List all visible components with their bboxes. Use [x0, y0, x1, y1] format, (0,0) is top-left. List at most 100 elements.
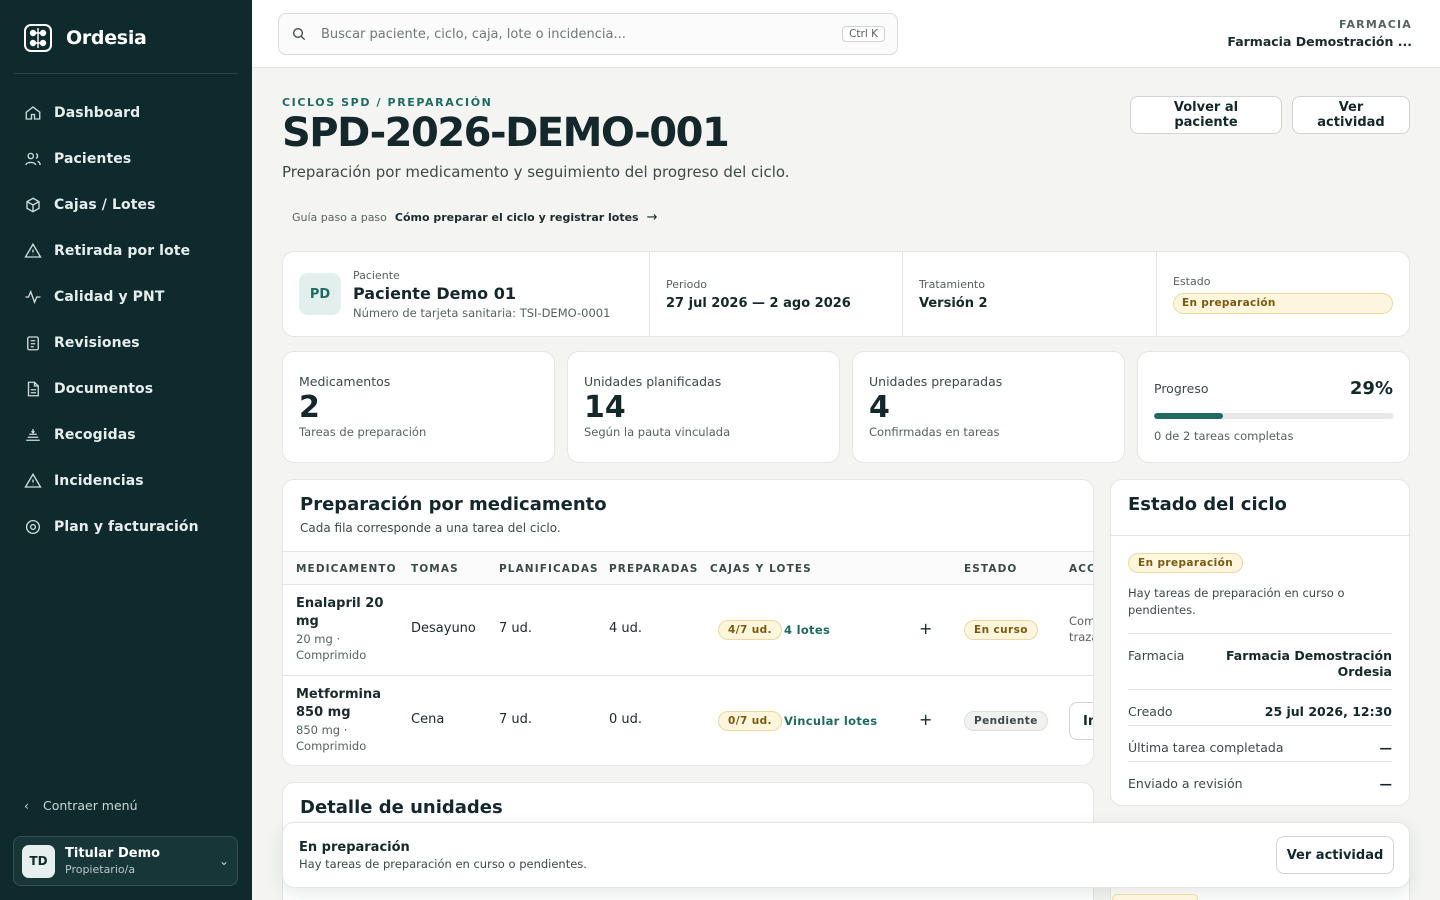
- treatment-label: Tratamiento: [919, 277, 985, 291]
- view-activity-button[interactable]: Ver actividad: [1292, 96, 1410, 134]
- column-header: CAJAS Y LOTES: [710, 563, 812, 575]
- status-label: Estado: [1173, 274, 1211, 288]
- patient-health-card: Número de tarjeta sanitaria: TSI-DEMO-00…: [353, 305, 611, 320]
- sidebar-nav: Dashboard Pacientes Cajas / Lotes Retira…: [14, 90, 238, 550]
- period-label: Periodo: [666, 277, 708, 291]
- lots-link[interactable]: 4 lotes: [784, 623, 830, 637]
- progress-percent: 29%: [1349, 378, 1393, 399]
- prepared-cell: 4 ud.: [609, 621, 643, 636]
- detail-value: —: [1379, 776, 1393, 791]
- detail-value: Farmacia Demostración Ordesia: [1225, 648, 1392, 679]
- sidebar-item-retirada-por-lote[interactable]: Retirada por lote: [14, 228, 238, 274]
- column-header: PLANIFICADAS: [499, 563, 599, 575]
- sidebar-item-label: Pacientes: [54, 151, 132, 167]
- patient-label: Paciente: [353, 268, 400, 282]
- stat-sub: Según la pauta vinculada: [584, 425, 731, 439]
- detail-key: Creado: [1128, 704, 1173, 719]
- stat-sub: Confirmadas en tareas: [869, 425, 1000, 439]
- collapse-menu-label: Contraer menú: [43, 798, 138, 813]
- sidebar-item-documentos[interactable]: Documentos: [14, 366, 238, 412]
- start-task-button[interactable]: Iniciar: [1069, 702, 1093, 740]
- collapse-menu-button[interactable]: ‹ Contraer menú: [24, 798, 138, 813]
- stat-unidades-planificadas: Unidades planificadas 14 Según la pauta …: [567, 351, 840, 463]
- toma-cell: Desayuno: [411, 621, 476, 636]
- sidebar-item-revisiones[interactable]: Revisiones: [14, 320, 238, 366]
- complete-traceability-link[interactable]: Completar trazabilidad: [1069, 614, 1093, 644]
- progress-bar-fill: [1154, 413, 1224, 419]
- status-badge-peek: [1112, 894, 1198, 900]
- stat-medicamentos: Medicamentos 2 Tareas de preparación: [282, 351, 555, 463]
- sidebar-item-pacientes[interactable]: Pacientes: [14, 136, 238, 182]
- brand[interactable]: Ordesia: [22, 22, 147, 54]
- users-icon: [25, 152, 41, 166]
- stat-unidades-preparadas: Unidades preparadas 4 Confirmadas en tar…: [852, 351, 1125, 463]
- sidebar-item-calidad-pnt[interactable]: Calidad y PNT: [14, 274, 238, 320]
- floating-status-subtitle: Hay tareas de preparación en curso o pen…: [299, 857, 587, 871]
- status-badge: Pendiente: [964, 711, 1048, 731]
- detail-key: Última tarea completada: [1128, 740, 1284, 755]
- patient-avatar: PD: [299, 273, 341, 315]
- unit-detail-title: Detalle de unidades: [300, 797, 503, 818]
- detail-value: 25 jul 2026, 12:30: [1264, 704, 1392, 719]
- add-lot-button[interactable]: +: [919, 710, 932, 729]
- patient-name[interactable]: Paciente Demo 01: [353, 284, 610, 303]
- settings-icon: [25, 519, 41, 535]
- pharmacy-selector[interactable]: FARMACIA Farmacia Demostración ...: [1227, 18, 1412, 49]
- user-name: Titular Demo: [65, 846, 161, 861]
- page-title: SPD-2026-DEMO-001: [282, 110, 730, 156]
- detail-key: Farmacia: [1128, 648, 1185, 663]
- sidebar-item-incidencias[interactable]: Incidencias: [14, 458, 238, 504]
- back-to-patient-button[interactable]: Volver al paciente: [1130, 96, 1282, 134]
- search-box[interactable]: Ctrl K: [278, 13, 898, 55]
- column-header: ESTADO: [964, 563, 1018, 575]
- stat-value: 2: [299, 390, 320, 425]
- units-badge: 0/7 ud.: [718, 711, 782, 731]
- planned-cell: 7 ud.: [499, 712, 533, 727]
- sidebar-item-label: Incidencias: [54, 473, 144, 489]
- link-lots-link[interactable]: Vincular lotes: [784, 714, 877, 728]
- table-title: Preparación por medicamento: [300, 494, 607, 515]
- cycle-status-badge: En preparación: [1128, 553, 1244, 573]
- floating-status-bar: En preparación Hay tareas de preparación…: [282, 822, 1410, 888]
- detail-row: Farmacia Farmacia Demostración Ordesia: [1128, 633, 1392, 689]
- table-header: MEDICAMENTO TOMAS PLANIFICADAS PREPARADA…: [283, 551, 1093, 585]
- stat-sub: Tareas de preparación: [299, 425, 427, 439]
- view-activity-button[interactable]: Ver actividad: [1276, 836, 1394, 874]
- stat-value: 4: [869, 390, 890, 425]
- sidebar-item-label: Documentos: [54, 381, 154, 397]
- detail-key: Enviado a revisión: [1128, 776, 1243, 791]
- table-row[interactable]: Enalapril 20 mg 20 mg · Comprimido Desay…: [283, 585, 1093, 676]
- cycle-status-card: Estado del ciclo En preparación Hay tare…: [1110, 479, 1410, 806]
- user-role: Propietario/a: [65, 863, 136, 876]
- medication-preparation-table: Preparación por medicamento Cada fila co…: [282, 479, 1094, 766]
- sidebar-item-dashboard[interactable]: Dashboard: [14, 90, 238, 136]
- warning-icon: [24, 472, 42, 488]
- sidebar-item-recogidas[interactable]: Recogidas: [14, 412, 238, 458]
- user-menu[interactable]: TD Titular Demo Propietario/a ⌄: [13, 836, 238, 886]
- treatment-cell: Tratamiento Versión 2: [903, 252, 1157, 336]
- floating-status-title: En preparación: [299, 840, 410, 855]
- column-header: MEDICAMENTO: [296, 563, 397, 575]
- table-row[interactable]: Metformina 850 mg 850 mg · Comprimido Ce…: [283, 676, 1093, 765]
- page-subtitle: Preparación por medicamento y seguimient…: [282, 163, 790, 181]
- period-value: 27 jul 2026 — 2 ago 2026: [666, 295, 851, 311]
- guide-link[interactable]: Cómo preparar el ciclo y registrar lotes: [395, 211, 639, 224]
- cycle-status-title: Estado del ciclo: [1128, 494, 1287, 515]
- detail-row: Enviado a revisión —: [1128, 761, 1392, 797]
- progress-bar: [1154, 413, 1393, 419]
- sidebar-item-plan-facturacion[interactable]: Plan y facturación: [14, 504, 238, 550]
- org-name: Farmacia Demostración ...: [1227, 34, 1412, 49]
- sidebar-item-cajas-lotes[interactable]: Cajas / Lotes: [14, 182, 238, 228]
- org-label: FARMACIA: [1339, 18, 1412, 31]
- box-icon: [26, 197, 40, 213]
- sidebar-item-label: Revisiones: [54, 335, 140, 351]
- search-input[interactable]: [321, 26, 829, 42]
- pickup-icon: [26, 429, 40, 441]
- divider: [1111, 535, 1409, 536]
- column-header: PREPARADAS: [609, 563, 699, 575]
- add-lot-button[interactable]: +: [919, 619, 932, 638]
- activity-icon: [25, 289, 41, 305]
- column-header: TOMAS: [411, 563, 459, 575]
- treatment-value: Versión 2: [919, 295, 988, 311]
- sidebar-divider: [14, 73, 238, 74]
